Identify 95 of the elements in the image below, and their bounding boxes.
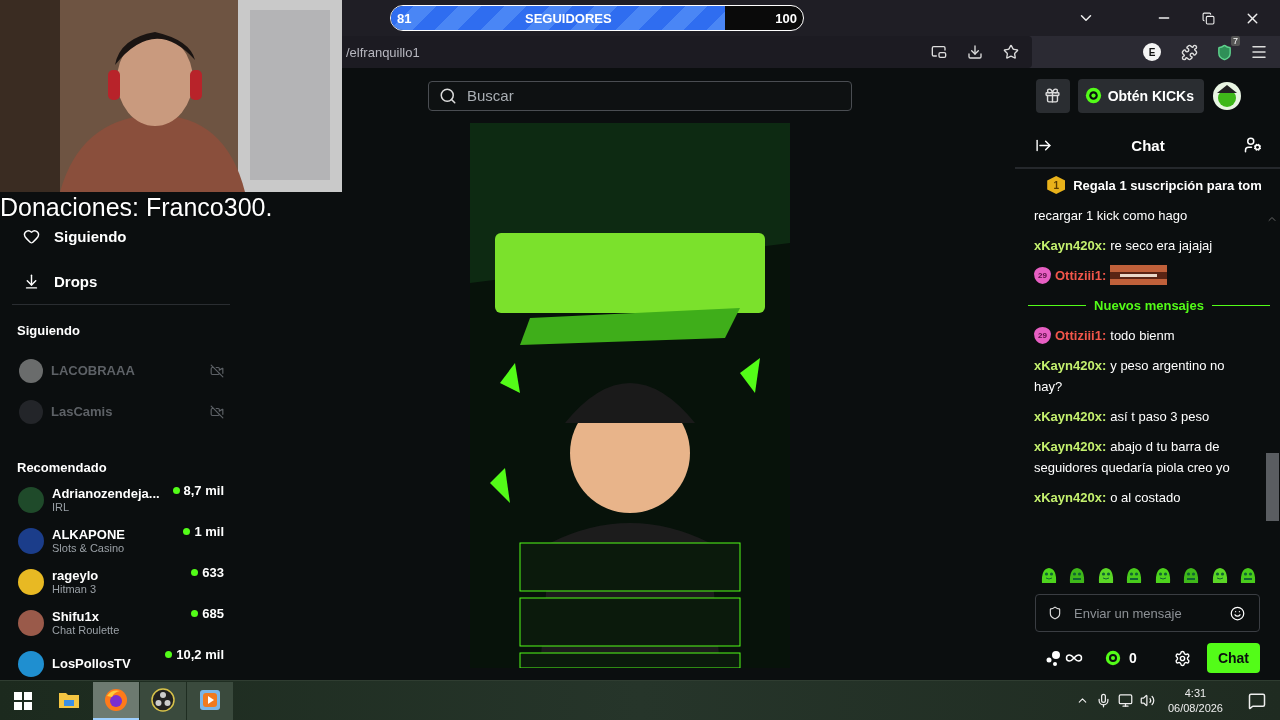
search-icon [439,86,457,105]
record-app-icon [151,687,175,712]
restore-icon[interactable] [1201,11,1215,25]
scrollbar-thumb[interactable] [1266,453,1279,521]
avatar [19,358,43,383]
coin-icon [1105,650,1121,666]
pinned-text: Regala 1 suscripción para tom [1073,177,1262,193]
emote-icon[interactable] [1039,565,1059,585]
user-avatar[interactable] [1212,80,1242,111]
kicks-count: 0 [1129,650,1137,666]
live-dot [191,610,199,617]
dots-icon[interactable] [1045,650,1061,666]
user-settings-icon[interactable] [1244,136,1262,154]
viewer-count: 633 [202,565,224,580]
goal-label: SEGUIDORES [524,10,613,26]
shield-icon[interactable] [1215,43,1233,61]
send-chat-button[interactable]: Chat [1206,643,1260,673]
chat-message: xKayn420x: y peso argentino no hay? [1034,357,1226,396]
chat-message: Ottiziii1: todo bienm [1055,327,1175,345]
viewer-count: 10,2 mil [176,647,224,662]
get-kicks-button[interactable]: Obtén KICKs [1077,78,1204,113]
emoji-icon[interactable] [1230,605,1245,621]
extension-badge: 7 [1231,36,1240,46]
channel-category: Chat Roulette [52,624,121,636]
drops-icon [23,273,40,290]
volume-icon[interactable] [1139,693,1155,708]
video-off-icon [210,363,224,378]
section-title: Siguiendo [16,323,81,338]
notifications-icon[interactable] [1248,691,1266,710]
live-dot [165,651,173,658]
channel-link[interactable]: rageylo Hitman 3 633 [12,561,230,602]
url-text: /elfranquillo1 [346,44,421,60]
gift-button[interactable] [1035,78,1070,113]
message-input[interactable]: Enviar un mensaje [1072,604,1220,622]
avatar [18,527,44,554]
channel-name: LosPollosTV [52,656,132,671]
windows-logo-icon [14,691,32,710]
chat-title: Chat [1131,136,1165,154]
shield-icon [1048,606,1062,620]
avatar [19,399,43,424]
taskbar-app[interactable] [187,681,233,720]
count-badge: 1 [1047,176,1066,194]
address-bar[interactable]: /elfranquillo1 [342,36,1032,68]
avatar [18,609,44,636]
live-dot [172,487,180,494]
profile-button[interactable]: E [1143,43,1161,61]
pinned-banner[interactable]: 1 Regala 1 suscripción para tom [1015,169,1280,201]
channel-category: Hitman 3 [52,583,98,595]
channel-category: Slots & Casino [52,542,126,554]
channel-name: ALKAPONE [52,527,126,542]
clock[interactable]: 4:31 06/08/2026 [1167,685,1223,716]
chat-message: xKayn420x: re seco era jajajaj [1034,237,1213,255]
gift-icon [1044,87,1062,104]
network-icon[interactable] [1117,693,1133,708]
channel-name: Adrianozendeja... [52,486,161,501]
chat-message: xKayn420x: o al costado [1034,489,1181,507]
avatar [18,650,44,677]
taskbar-app[interactable] [140,681,186,720]
channel-name: rageylo [52,568,100,583]
new-messages-divider: Nuevos mensajes [1094,297,1204,315]
channel-name: Shifu1x [52,609,100,624]
video-off-icon [210,404,224,419]
goal-current: 81 [396,10,413,26]
viewer-count: 8,7 mil [183,483,224,498]
avatar [18,568,44,595]
chat-message: xKayn420x: abajo d tu barra de seguidores quedaría piola creo yo [1034,438,1231,477]
media-player-icon [199,688,221,711]
live-dot [191,569,199,576]
channel-link[interactable]: LosPollosTV 10,2 mil [12,643,230,684]
chat-username[interactable]: Ottiziii1: [1055,268,1107,283]
subscriber-badge: 29 [1034,267,1051,284]
taskbar-app[interactable] [93,681,139,720]
goal-target: 100 [774,10,798,26]
channel-link[interactable]: ALKAPONE Slots & Casino 1 mil [12,520,230,561]
settings-icon[interactable] [1173,649,1191,667]
search-input[interactable]: Buscar [465,86,841,105]
channel-link[interactable]: Shifu1x Chat Roulette 685 [12,602,230,643]
viewer-count: 685 [202,606,224,621]
microphone-icon[interactable] [1095,693,1111,708]
live-dot [183,528,191,535]
channel-category: IRL [52,501,71,513]
search-field[interactable]: Buscar [428,80,852,111]
chat-message: xKayn420x: así t paso 3 peso [1034,408,1210,426]
subscriber-badge: 29 [1034,327,1051,344]
avatar [18,486,44,513]
donations-caption: Donaciones: Franco300. [0,193,273,222]
channel-link[interactable]: Adrianozendeja... IRL 8,7 mil [12,479,230,520]
browser-icon [104,687,128,712]
viewer-count: 1 mil [194,524,224,539]
coin-icon [1084,87,1102,104]
message-field[interactable]: Enviar un mensaje [1035,594,1260,632]
heart-icon [23,228,40,245]
nav-link[interactable]: Drops [12,259,230,304]
section-title: Recomendado [16,460,108,475]
chat-message: recargar 1 kick como hago [1034,207,1189,225]
